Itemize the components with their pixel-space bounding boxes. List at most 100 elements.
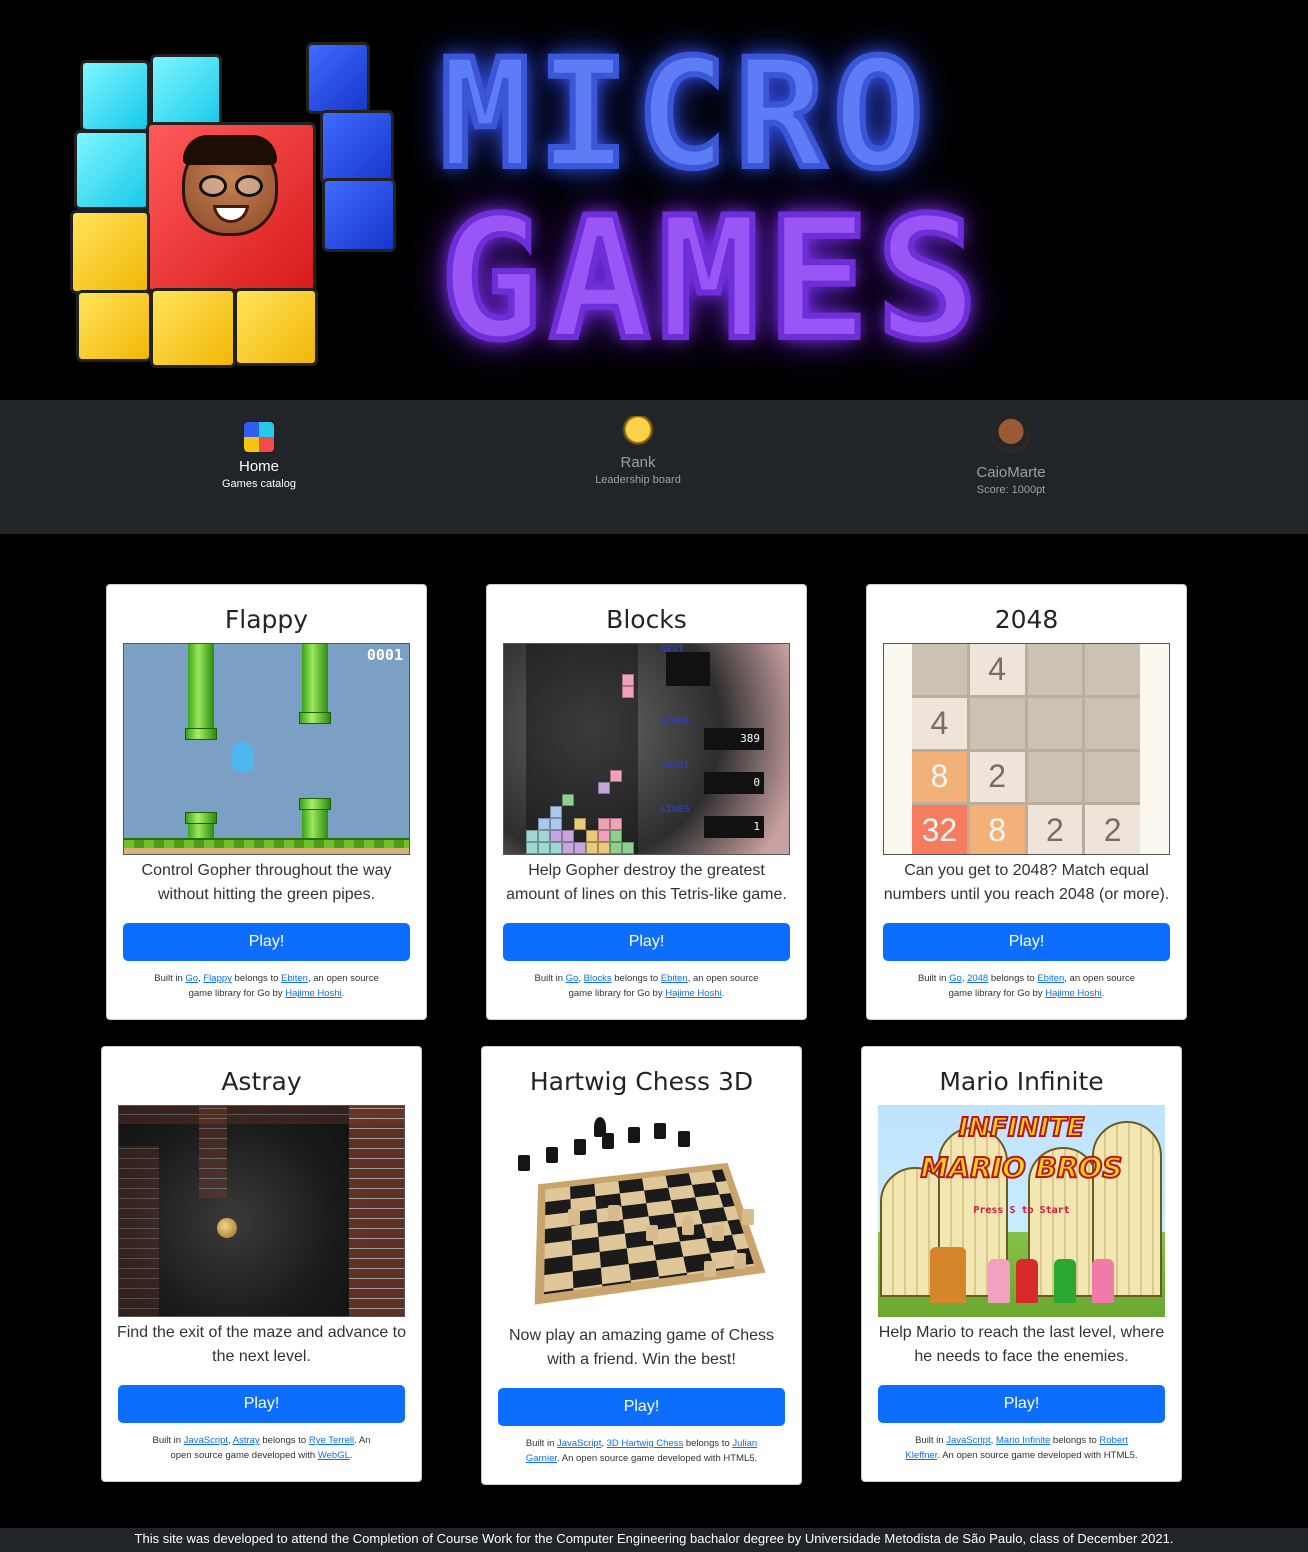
game-description: Now play an amazing game of Chess with a…	[508, 1327, 775, 1368]
tile: 2	[1027, 805, 1083, 854]
credit-author-link[interactable]: Hajime Hoshi	[1045, 988, 1102, 999]
tile: 4	[969, 644, 1025, 695]
credit-lang-link[interactable]: Go	[185, 973, 198, 984]
nav-profile-score: Score: 1000pt	[976, 484, 1046, 496]
micro-games-logo-icon	[242, 420, 276, 454]
credit-lang-link[interactable]: Go	[949, 973, 962, 984]
game-card-2048: 2048 4 4 8 2 32 8 2 2 Can you get to 204…	[866, 584, 1187, 1020]
tile: 2	[1085, 805, 1140, 854]
credit-owner-link[interactable]: Ebiten	[281, 973, 308, 984]
game-title: 2048	[994, 605, 1059, 634]
credit-name-link[interactable]: Astray	[233, 1435, 260, 1446]
credit-text: belongs to	[1050, 1435, 1100, 1446]
nav-home-label: Home	[238, 458, 279, 475]
credit-text: Built in	[525, 1438, 557, 1449]
game-thumbnail-mario: INFINITE MARIO BROS Press S to Start	[878, 1105, 1165, 1317]
credit-text: Built in	[915, 1435, 947, 1446]
game-description: Can you get to 2048? Match equal numbers…	[883, 862, 1170, 903]
tile	[912, 644, 967, 695]
tile	[1027, 751, 1083, 803]
credit-text: belongs to	[988, 973, 1038, 984]
credit-text: .	[721, 988, 725, 999]
tile	[1085, 697, 1140, 749]
game-title: Hartwig Chess 3D	[529, 1067, 754, 1096]
credit-name-link[interactable]: 3D Hartwig Chess	[607, 1438, 684, 1449]
game-card-flappy: Flappy 0001 Control Gopher throughout th…	[106, 584, 427, 1020]
credit-text: Built in	[917, 973, 950, 984]
game-title: Mario Infinite	[939, 1067, 1104, 1096]
credit-text: .	[1101, 988, 1105, 999]
credit-author-link[interactable]: Hajime Hoshi	[665, 988, 722, 999]
credit-text: Built in	[534, 973, 566, 984]
credit-text: . An open source game developed with HTM…	[937, 1450, 1138, 1461]
credit-lang-link[interactable]: JavaScript	[557, 1438, 601, 1449]
game-description: Control Gopher throughout the way withou…	[141, 862, 392, 903]
nav-rank-sub: Leadership board	[595, 474, 681, 486]
credit-owner-link[interactable]: Rye Terrell	[309, 1435, 354, 1446]
credit-text: . An open source game developed with HTM…	[557, 1453, 758, 1464]
main-navbar: Home Games catalog Rank Leadership board…	[0, 400, 1308, 534]
game-thumbnail-2048: 4 4 8 2 32 8 2 2	[883, 643, 1170, 855]
blocks-lines-value: 1	[704, 816, 764, 838]
credit-lang-link[interactable]: JavaScript	[184, 1435, 228, 1446]
nav-home-sub: Games catalog	[222, 478, 296, 490]
credit-text: belongs to	[611, 973, 661, 984]
play-button-blocks[interactable]: Play!	[503, 923, 790, 961]
play-button-mario[interactable]: Play!	[878, 1385, 1165, 1423]
game-thumbnail-blocks: NEXT SCORE 389 LEVEL 0 LINES 1	[503, 643, 790, 855]
trophy-icon	[621, 416, 655, 450]
mario-logo-line2: MARIO BROS	[920, 1150, 1124, 1185]
credit-owner-link[interactable]: Ebiten	[1037, 973, 1064, 984]
tile	[969, 697, 1025, 749]
play-button-2048[interactable]: Play!	[883, 923, 1170, 961]
credit-text: .	[349, 1450, 353, 1461]
tile-grid: 4 4 8 2 32 8 2 2	[912, 644, 1140, 854]
play-button-chess[interactable]: Play!	[498, 1388, 785, 1426]
nav-item-home[interactable]: Home Games catalog	[159, 420, 359, 490]
game-credits: Built in JavaScript, 3D Hartwig Chess be…	[522, 1436, 761, 1466]
credit-author-link[interactable]: Hajime Hoshi	[285, 988, 342, 999]
tile	[1027, 644, 1083, 695]
credit-owner-link[interactable]: Ebiten	[661, 973, 688, 984]
tile: 8	[912, 751, 967, 803]
blocks-level-value: 0	[704, 772, 764, 794]
tile: 2	[969, 751, 1025, 803]
banner-title-micro: MICRO	[437, 28, 932, 202]
game-credits: Built in Go, Blocks belongs to Ebiten, a…	[527, 971, 766, 1001]
credit-name-link[interactable]: Flappy	[203, 973, 232, 984]
play-button-astray[interactable]: Play!	[118, 1385, 405, 1423]
game-credits: Built in JavaScript, Mario Infinite belo…	[902, 1433, 1141, 1463]
nav-rank-label: Rank	[620, 454, 656, 471]
micro-games-logo	[66, 38, 406, 373]
credit-name-link[interactable]: 2048	[967, 973, 988, 984]
credit-lang-link[interactable]: Go	[566, 973, 579, 984]
game-title: Flappy	[224, 605, 309, 634]
game-card-hartwig-chess: Hartwig Chess 3D Now play an amazing gam…	[481, 1046, 802, 1485]
credit-text: belongs to	[231, 973, 282, 984]
tile: 8	[969, 805, 1025, 854]
game-thumbnail-chess	[498, 1105, 785, 1317]
nav-profile-label: CaioMarte	[976, 464, 1046, 481]
tile	[1027, 697, 1083, 749]
avatar-icon	[991, 416, 1031, 460]
nav-item-rank[interactable]: Rank Leadership board	[538, 416, 738, 486]
nav-item-profile[interactable]: CaioMarte Score: 1000pt	[911, 416, 1111, 496]
tile	[1085, 644, 1140, 695]
blocks-level-label: LEVEL	[660, 760, 691, 771]
credit-text: .	[341, 988, 345, 999]
game-credits: Built in JavaScript, Astray belongs to R…	[142, 1433, 381, 1463]
gopher-icon	[232, 742, 254, 772]
credit-text: Built in	[152, 1435, 184, 1446]
ball-icon	[217, 1218, 237, 1238]
flappy-score: 0001	[366, 646, 403, 664]
game-title: Astray	[221, 1067, 302, 1096]
footer-text: This site was developed to attend the Co…	[134, 1531, 1174, 1546]
play-button-flappy[interactable]: Play!	[123, 923, 410, 961]
credit-name-link[interactable]: Mario Infinite	[996, 1435, 1050, 1446]
game-title: Blocks	[606, 605, 687, 634]
game-credits: Built in Go, 2048 belongs to Ebiten, an …	[907, 971, 1146, 1001]
credit-name-link[interactable]: Blocks	[584, 973, 612, 984]
game-card-mario-infinite: Mario Infinite INFINITE MARIO BROS Press…	[861, 1046, 1182, 1482]
credit-author-link[interactable]: WebGL	[318, 1450, 350, 1461]
credit-lang-link[interactable]: JavaScript	[946, 1435, 990, 1446]
